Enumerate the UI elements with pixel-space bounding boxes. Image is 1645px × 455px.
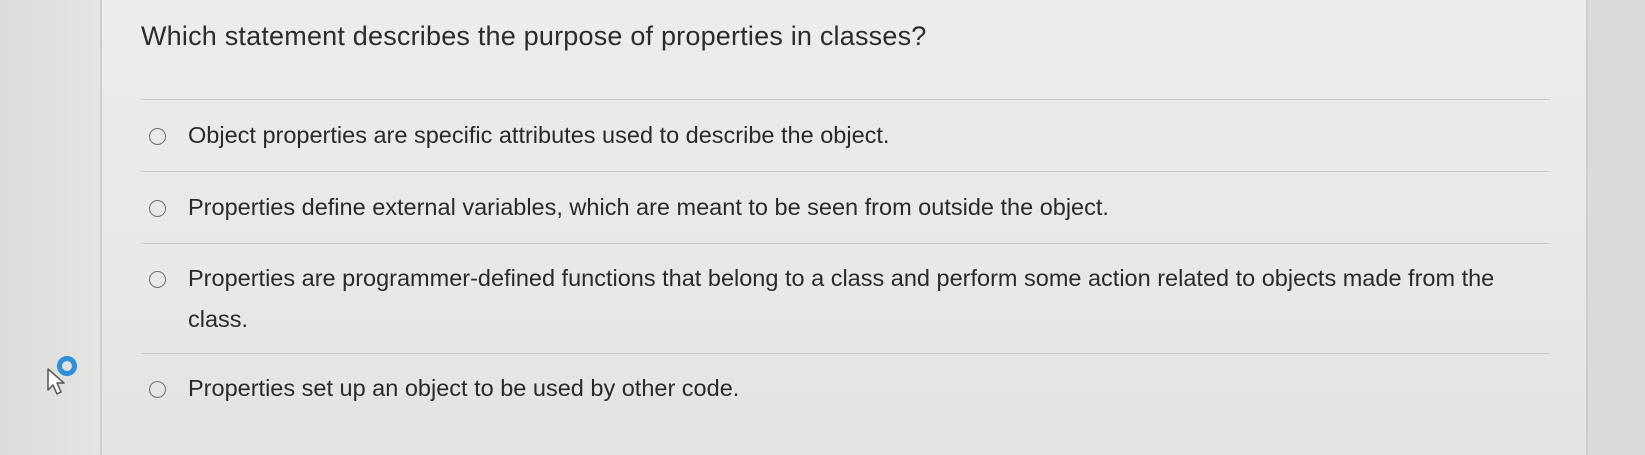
loading-ring-icon [57, 356, 77, 376]
answer-option-label: Object properties are specific attribute… [188, 122, 890, 148]
radio-button[interactable] [149, 128, 166, 145]
answer-option-label: Properties are programmer-defined functi… [188, 265, 1495, 332]
radio-button[interactable] [149, 381, 166, 398]
right-gutter [1588, 0, 1645, 455]
question-title: Which statement describes the purpose of… [141, 21, 927, 51]
answer-option-label: Properties define external variables, wh… [188, 194, 1109, 220]
divider [141, 243, 1550, 244]
divider [141, 99, 1550, 100]
answer-option-label: Properties set up an object to be used b… [188, 375, 740, 401]
radio-button[interactable] [149, 200, 166, 217]
radio-button[interactable] [149, 271, 166, 288]
divider [141, 171, 1550, 172]
divider [141, 353, 1550, 354]
